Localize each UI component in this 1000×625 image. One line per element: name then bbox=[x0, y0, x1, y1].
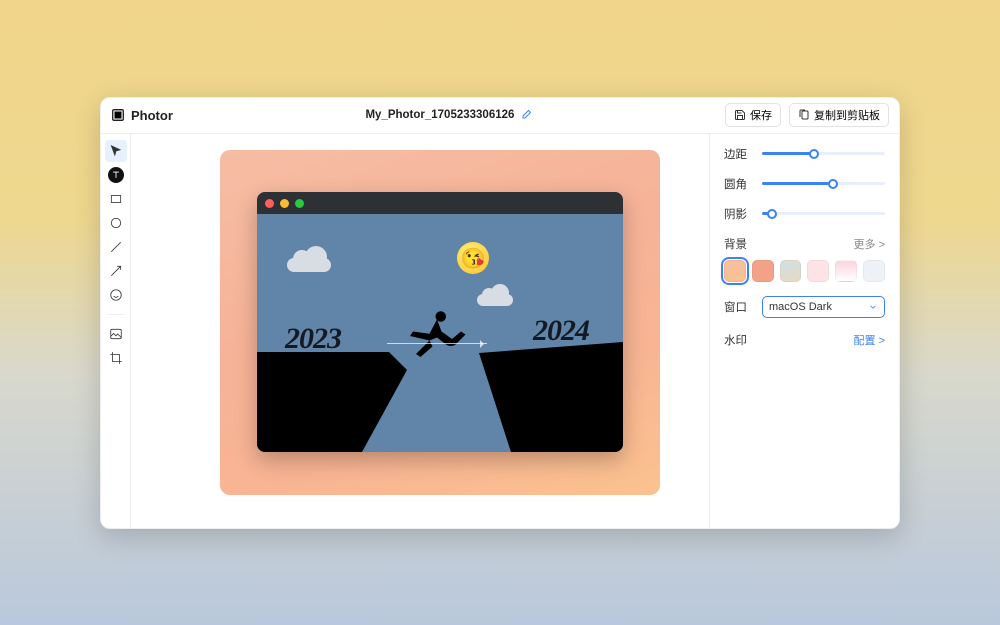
tool-rect[interactable] bbox=[105, 188, 127, 210]
window-label: 窗口 bbox=[724, 299, 752, 315]
cloud-icon bbox=[287, 258, 331, 272]
tool-cursor[interactable] bbox=[105, 140, 127, 162]
radius-slider[interactable] bbox=[762, 182, 885, 185]
save-button[interactable]: 保存 bbox=[725, 103, 781, 127]
copy-label: 复制到剪贴板 bbox=[814, 107, 880, 123]
window-style-select[interactable]: macOS Dark bbox=[762, 296, 885, 318]
cliff-left bbox=[257, 352, 407, 452]
jumping-figure bbox=[397, 309, 477, 369]
tool-image[interactable] bbox=[105, 323, 127, 345]
watermark-control: 水印 配置 > bbox=[724, 332, 885, 348]
padding-slider[interactable] bbox=[762, 152, 885, 155]
chevron-down-icon bbox=[868, 302, 878, 312]
year-from: 2023 bbox=[285, 322, 341, 356]
tool-line[interactable] bbox=[105, 236, 127, 258]
document-title[interactable]: My_Photor_1705233306126 bbox=[183, 109, 715, 121]
swatch[interactable] bbox=[752, 260, 774, 282]
swatch[interactable] bbox=[863, 260, 885, 282]
swatch[interactable] bbox=[780, 260, 802, 282]
swatch[interactable] bbox=[835, 260, 857, 282]
topbar-actions: 保存 复制到剪贴板 bbox=[725, 103, 889, 127]
background-more-link[interactable]: 更多 > bbox=[854, 236, 885, 252]
shadow-control: 阴影 bbox=[724, 206, 885, 222]
mock-window: 😘 2023 2024 bbox=[257, 192, 623, 452]
background-section: 背景 更多 > bbox=[724, 236, 885, 282]
watermark-label: 水印 bbox=[724, 332, 747, 348]
shadow-slider[interactable] bbox=[762, 212, 885, 215]
tool-arrow[interactable] bbox=[105, 260, 127, 282]
radius-control: 圆角 bbox=[724, 176, 885, 192]
padding-label: 边距 bbox=[724, 146, 752, 162]
left-toolbar bbox=[101, 134, 131, 528]
tool-divider bbox=[107, 314, 125, 315]
tool-emoji[interactable] bbox=[105, 284, 127, 306]
canvas-area[interactable]: 😘 2023 2024 bbox=[131, 134, 709, 528]
brand-icon bbox=[111, 108, 125, 122]
window-titlebar bbox=[257, 192, 623, 214]
save-icon bbox=[734, 109, 746, 121]
emoji-sticker[interactable]: 😘 bbox=[457, 242, 489, 274]
tool-text[interactable] bbox=[108, 167, 124, 183]
arrow-icon bbox=[387, 343, 487, 344]
traffic-light-close bbox=[265, 199, 274, 208]
copy-button[interactable]: 复制到剪贴板 bbox=[789, 103, 889, 127]
window-style-value: macOS Dark bbox=[769, 301, 832, 313]
brand: Photor bbox=[111, 108, 173, 123]
swatch[interactable] bbox=[724, 260, 746, 282]
brand-name: Photor bbox=[131, 108, 173, 123]
document-name: My_Photor_1705233306126 bbox=[365, 109, 514, 121]
cliff-right bbox=[463, 342, 623, 452]
edit-icon bbox=[520, 109, 532, 121]
tool-crop[interactable] bbox=[105, 347, 127, 369]
watermark-config-link[interactable]: 配置 > bbox=[854, 332, 885, 348]
window-style-control: 窗口 macOS Dark bbox=[724, 296, 885, 318]
app-body: 😘 2023 2024 边距 bbox=[101, 134, 899, 528]
clipboard-icon bbox=[798, 109, 810, 121]
swatch[interactable] bbox=[807, 260, 829, 282]
radius-label: 圆角 bbox=[724, 176, 752, 192]
canvas-frame: 😘 2023 2024 bbox=[220, 150, 660, 495]
tool-circle[interactable] bbox=[105, 212, 127, 234]
save-label: 保存 bbox=[750, 107, 772, 123]
year-to: 2024 bbox=[533, 314, 589, 348]
scene: 😘 2023 2024 bbox=[257, 214, 623, 452]
app-window: Photor My_Photor_1705233306126 保存 复制到剪贴板 bbox=[100, 97, 900, 529]
traffic-light-max bbox=[295, 199, 304, 208]
cloud-icon bbox=[477, 294, 513, 306]
properties-panel: 边距 圆角 阴影 背景 更多 > bbox=[709, 134, 899, 528]
traffic-light-min bbox=[280, 199, 289, 208]
topbar: Photor My_Photor_1705233306126 保存 复制到剪贴板 bbox=[101, 98, 899, 134]
padding-control: 边距 bbox=[724, 146, 885, 162]
background-label: 背景 bbox=[724, 236, 747, 252]
background-swatches bbox=[724, 260, 885, 282]
shadow-label: 阴影 bbox=[724, 206, 752, 222]
